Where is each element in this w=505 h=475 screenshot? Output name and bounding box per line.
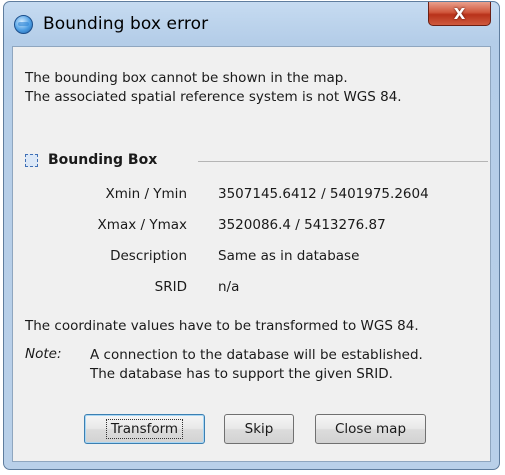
- note-label: Note:: [25, 346, 62, 362]
- description-value: Same as in database: [218, 248, 360, 264]
- bounding-box-group-header: Bounding Box: [23, 151, 488, 171]
- description-label: Description: [110, 248, 187, 264]
- xmin-ymin-value: 3507145.6412 / 5401975.2604: [218, 186, 429, 202]
- dialog-window: Bounding box error X The bounding box ca…: [3, 1, 500, 470]
- bounding-box-icon: [25, 154, 38, 167]
- window-title: Bounding box error: [43, 14, 209, 34]
- xmax-ymax-value: 3520086.4 / 5413276.87: [218, 217, 386, 233]
- bounding-box-group-title: Bounding Box: [48, 152, 158, 168]
- error-message-line-1: The bounding box cannot be shown in the …: [25, 70, 348, 86]
- globe-icon: [14, 15, 33, 34]
- xmin-ymin-label: Xmin / Ymin: [105, 186, 187, 202]
- close-window-button[interactable]: X: [428, 2, 491, 26]
- transform-button-label: Transform: [105, 419, 184, 439]
- note-line-2: The database has to support the given SR…: [90, 366, 393, 382]
- note-text: A connection to the database will be est…: [90, 346, 423, 384]
- transform-button[interactable]: Transform: [84, 414, 205, 444]
- title-bar[interactable]: Bounding box error X: [4, 2, 499, 46]
- srid-value: n/a: [218, 279, 240, 295]
- group-divider: [198, 161, 488, 162]
- close-map-button[interactable]: Close map: [315, 414, 426, 444]
- error-message-line-2: The associated spatial reference system …: [25, 89, 402, 105]
- srid-label: SRID: [154, 279, 187, 295]
- xmax-ymax-label: Xmax / Ymax: [97, 217, 187, 233]
- skip-button[interactable]: Skip: [224, 414, 294, 444]
- close-icon: X: [453, 4, 466, 23]
- error-message: The bounding box cannot be shown in the …: [25, 69, 402, 107]
- note-line-1: A connection to the database will be est…: [90, 347, 423, 363]
- transform-info-text: The coordinate values have to be transfo…: [25, 318, 419, 334]
- dialog-content: The bounding box cannot be shown in the …: [12, 46, 491, 462]
